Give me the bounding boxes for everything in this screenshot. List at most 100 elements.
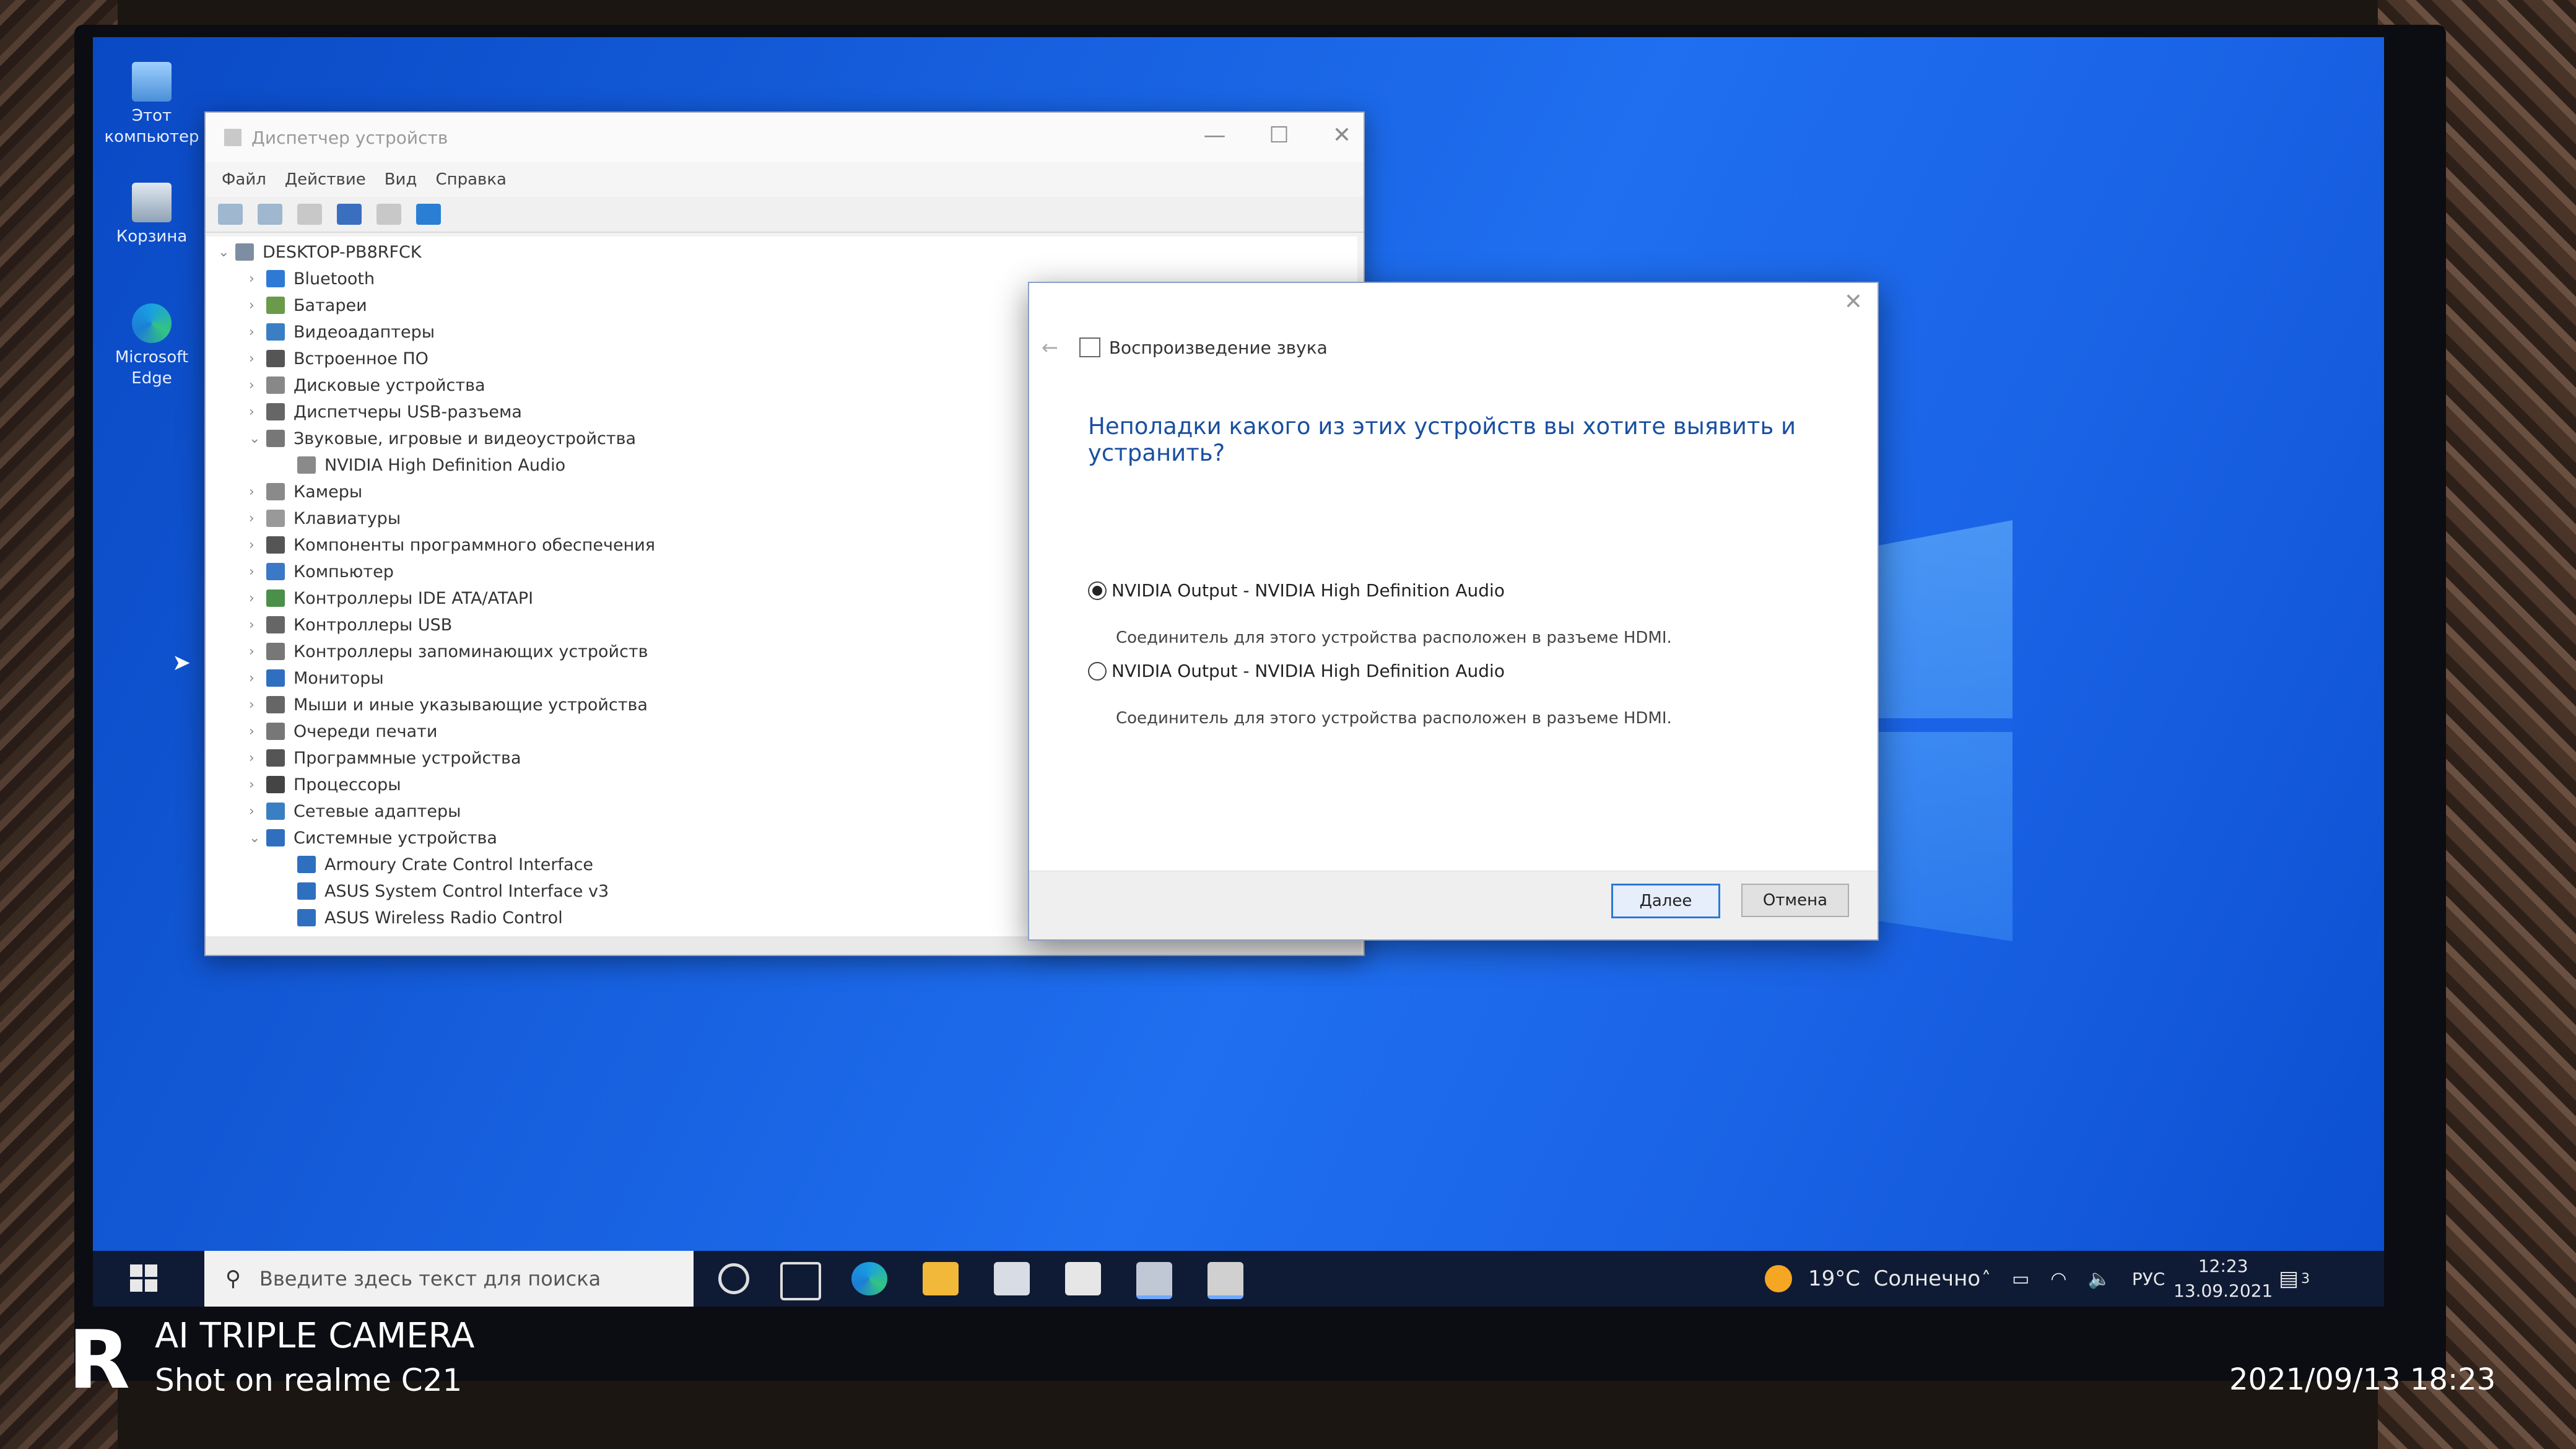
tree-item[interactable]: ⌄ DESKTOP-PB8RFCK [218, 240, 422, 264]
menu-help[interactable]: Справка [435, 170, 507, 189]
tree-item[interactable]: › Батареи [249, 293, 367, 318]
chevron-right-icon[interactable]: › [249, 271, 263, 287]
tree-item[interactable]: NVIDIA High Definition Audio [280, 453, 565, 477]
tree-item[interactable]: › Мониторы [249, 666, 384, 690]
desktop-icon-this-pc[interactable]: Этот компьютер [93, 62, 211, 147]
chevron-right-icon[interactable]: › [249, 751, 263, 766]
tree-item-label: Контроллеры USB [294, 615, 453, 635]
clock[interactable]: 12:23 13.09.2021 [2174, 1251, 2273, 1307]
tree-item[interactable]: › Клавиатуры [249, 506, 401, 531]
chevron-right-icon[interactable]: › [249, 591, 263, 606]
radio-unselected[interactable] [1088, 661, 1107, 681]
start-button[interactable] [130, 1264, 157, 1292]
chevron-right-icon[interactable]: › [249, 324, 263, 340]
tree-item[interactable]: › Программные устройства [249, 746, 521, 770]
device-manager-taskbar-icon[interactable] [1136, 1262, 1172, 1299]
troubleshooter-taskbar-icon[interactable] [1208, 1262, 1243, 1299]
chevron-right-icon[interactable]: › [249, 404, 263, 420]
tree-item[interactable]: › Диспетчеры USB-разъема [249, 399, 522, 424]
desktop-icon-recycle-bin[interactable]: Корзина [93, 183, 211, 247]
menu-file[interactable]: Файл [222, 170, 266, 189]
maximize-button[interactable]: ☐ [1269, 123, 1289, 148]
mail-icon[interactable] [1065, 1262, 1101, 1295]
next-button[interactable]: Далее [1611, 884, 1720, 918]
chevron-right-icon[interactable]: › [249, 617, 263, 633]
minimize-button[interactable]: — [1204, 123, 1226, 148]
tree-item-label: Контроллеры запоминающих устройств [294, 642, 648, 661]
task-view-icon[interactable] [780, 1262, 821, 1300]
tree-item[interactable]: › Камеры [249, 479, 362, 504]
tree-item[interactable]: › Bluetooth [249, 266, 375, 291]
tree-item[interactable]: › Контроллеры запоминающих устройств [249, 639, 648, 664]
tree-item[interactable]: › Сетевые адаптеры [249, 799, 461, 824]
back-arrow-icon[interactable] [218, 204, 243, 225]
mouse-cursor-icon: ➤ [172, 650, 191, 676]
chevron-right-icon[interactable]: › [249, 351, 263, 367]
chevron-right-icon[interactable]: › [249, 484, 263, 500]
help-icon[interactable] [337, 204, 362, 225]
tree-item[interactable]: ASUS Wireless Radio Control [280, 905, 563, 930]
chevron-right-icon[interactable]: › [249, 671, 263, 686]
back-arrow-icon[interactable]: ← [1042, 336, 1058, 359]
weather-widget[interactable]: 19°C Солнечно [1765, 1251, 1980, 1307]
tree-item[interactable]: › Процессоры [249, 772, 401, 797]
forward-arrow-icon[interactable] [258, 204, 282, 225]
battery-icon[interactable]: ▭ [2012, 1268, 2029, 1290]
cortana-icon[interactable] [718, 1263, 749, 1294]
dialog-footer: Далее Отмена [1029, 871, 1878, 939]
tree-item[interactable]: › Очереди печати [249, 719, 437, 744]
chevron-right-icon[interactable]: › [249, 644, 263, 659]
desktop-icon-edge[interactable]: Microsoft Edge [93, 303, 211, 389]
dialog-close-button[interactable]: ✕ [1844, 289, 1863, 315]
tree-item[interactable]: ⌄ Системные устройства [249, 825, 497, 850]
tree-item[interactable]: ⌄ Звуковые, игровые и видеоустройства [249, 426, 636, 451]
desktop-screen: Этот компьютер Корзина Microsoft Edge ➤ … [93, 37, 2384, 1300]
tree-item[interactable]: › Контроллеры IDE ATA/ATAPI [249, 586, 533, 611]
menu-view[interactable]: Вид [385, 170, 417, 189]
tree-item[interactable]: › Встроенное ПО [249, 346, 429, 371]
chevron-right-icon[interactable]: › [249, 777, 263, 793]
cancel-button[interactable]: Отмена [1741, 884, 1849, 917]
tree-item-label: Клавиатуры [294, 508, 401, 528]
tree-item[interactable]: › Дисковые устройства [249, 373, 485, 398]
language-indicator[interactable]: РУС [2132, 1269, 2165, 1289]
chevron-right-icon[interactable]: › [249, 378, 263, 393]
chevron-right-icon[interactable]: › [249, 724, 263, 739]
chevron-down-icon[interactable]: ⌄ [249, 830, 263, 846]
tree-item[interactable]: › Мыши и иные указывающие устройства [249, 692, 648, 717]
taskbar-search-box[interactable]: ⚲ Введите здесь текст для поиска [204, 1251, 694, 1307]
chevron-up-icon[interactable]: ˄ [1982, 1268, 1991, 1290]
wifi-icon[interactable]: ◠ [2050, 1268, 2066, 1290]
view-icon[interactable] [376, 204, 401, 225]
tree-item[interactable]: › Компоненты программного обеспечения [249, 533, 655, 557]
close-button[interactable]: ✕ [1333, 123, 1351, 148]
chevron-right-icon[interactable]: › [249, 564, 263, 580]
search-icon: ⚲ [225, 1266, 241, 1291]
tree-item[interactable]: › Компьютер [249, 559, 394, 584]
edge-taskbar-icon[interactable] [851, 1262, 887, 1295]
scan-hardware-icon[interactable] [416, 204, 441, 225]
tree-item[interactable]: › Контроллеры USB [249, 612, 452, 637]
chevron-down-icon[interactable]: ⌄ [249, 431, 263, 446]
chevron-down-icon[interactable]: ⌄ [218, 245, 232, 260]
desktop-icon-label: Этот компьютер [104, 107, 199, 146]
chevron-right-icon[interactable]: › [249, 511, 263, 526]
device-option-1[interactable]: NVIDIA Output - NVIDIA High Definition A… [1088, 580, 1505, 601]
chevron-right-icon[interactable]: › [249, 804, 263, 819]
notification-center-icon[interactable]: ▤ 3 [2279, 1251, 2310, 1307]
volume-muted-icon[interactable]: 🔈 [2088, 1268, 2111, 1290]
file-explorer-icon[interactable] [923, 1262, 959, 1295]
menu-action[interactable]: Действие [285, 170, 366, 189]
chevron-right-icon[interactable]: › [249, 298, 263, 313]
tree-item-label: Встроенное ПО [294, 349, 429, 368]
properties-icon[interactable] [297, 204, 322, 225]
radio-selected[interactable] [1088, 581, 1107, 600]
tree-item[interactable]: › Видеоадаптеры [249, 320, 435, 344]
store-icon[interactable] [994, 1262, 1030, 1295]
tree-item[interactable]: Armoury Crate Control Interface [280, 852, 593, 877]
device-category-icon [266, 616, 285, 633]
chevron-right-icon[interactable]: › [249, 537, 263, 553]
tree-item[interactable]: ASUS System Control Interface v3 [280, 879, 609, 903]
chevron-right-icon[interactable]: › [249, 697, 263, 713]
device-option-2[interactable]: NVIDIA Output - NVIDIA High Definition A… [1088, 661, 1505, 681]
